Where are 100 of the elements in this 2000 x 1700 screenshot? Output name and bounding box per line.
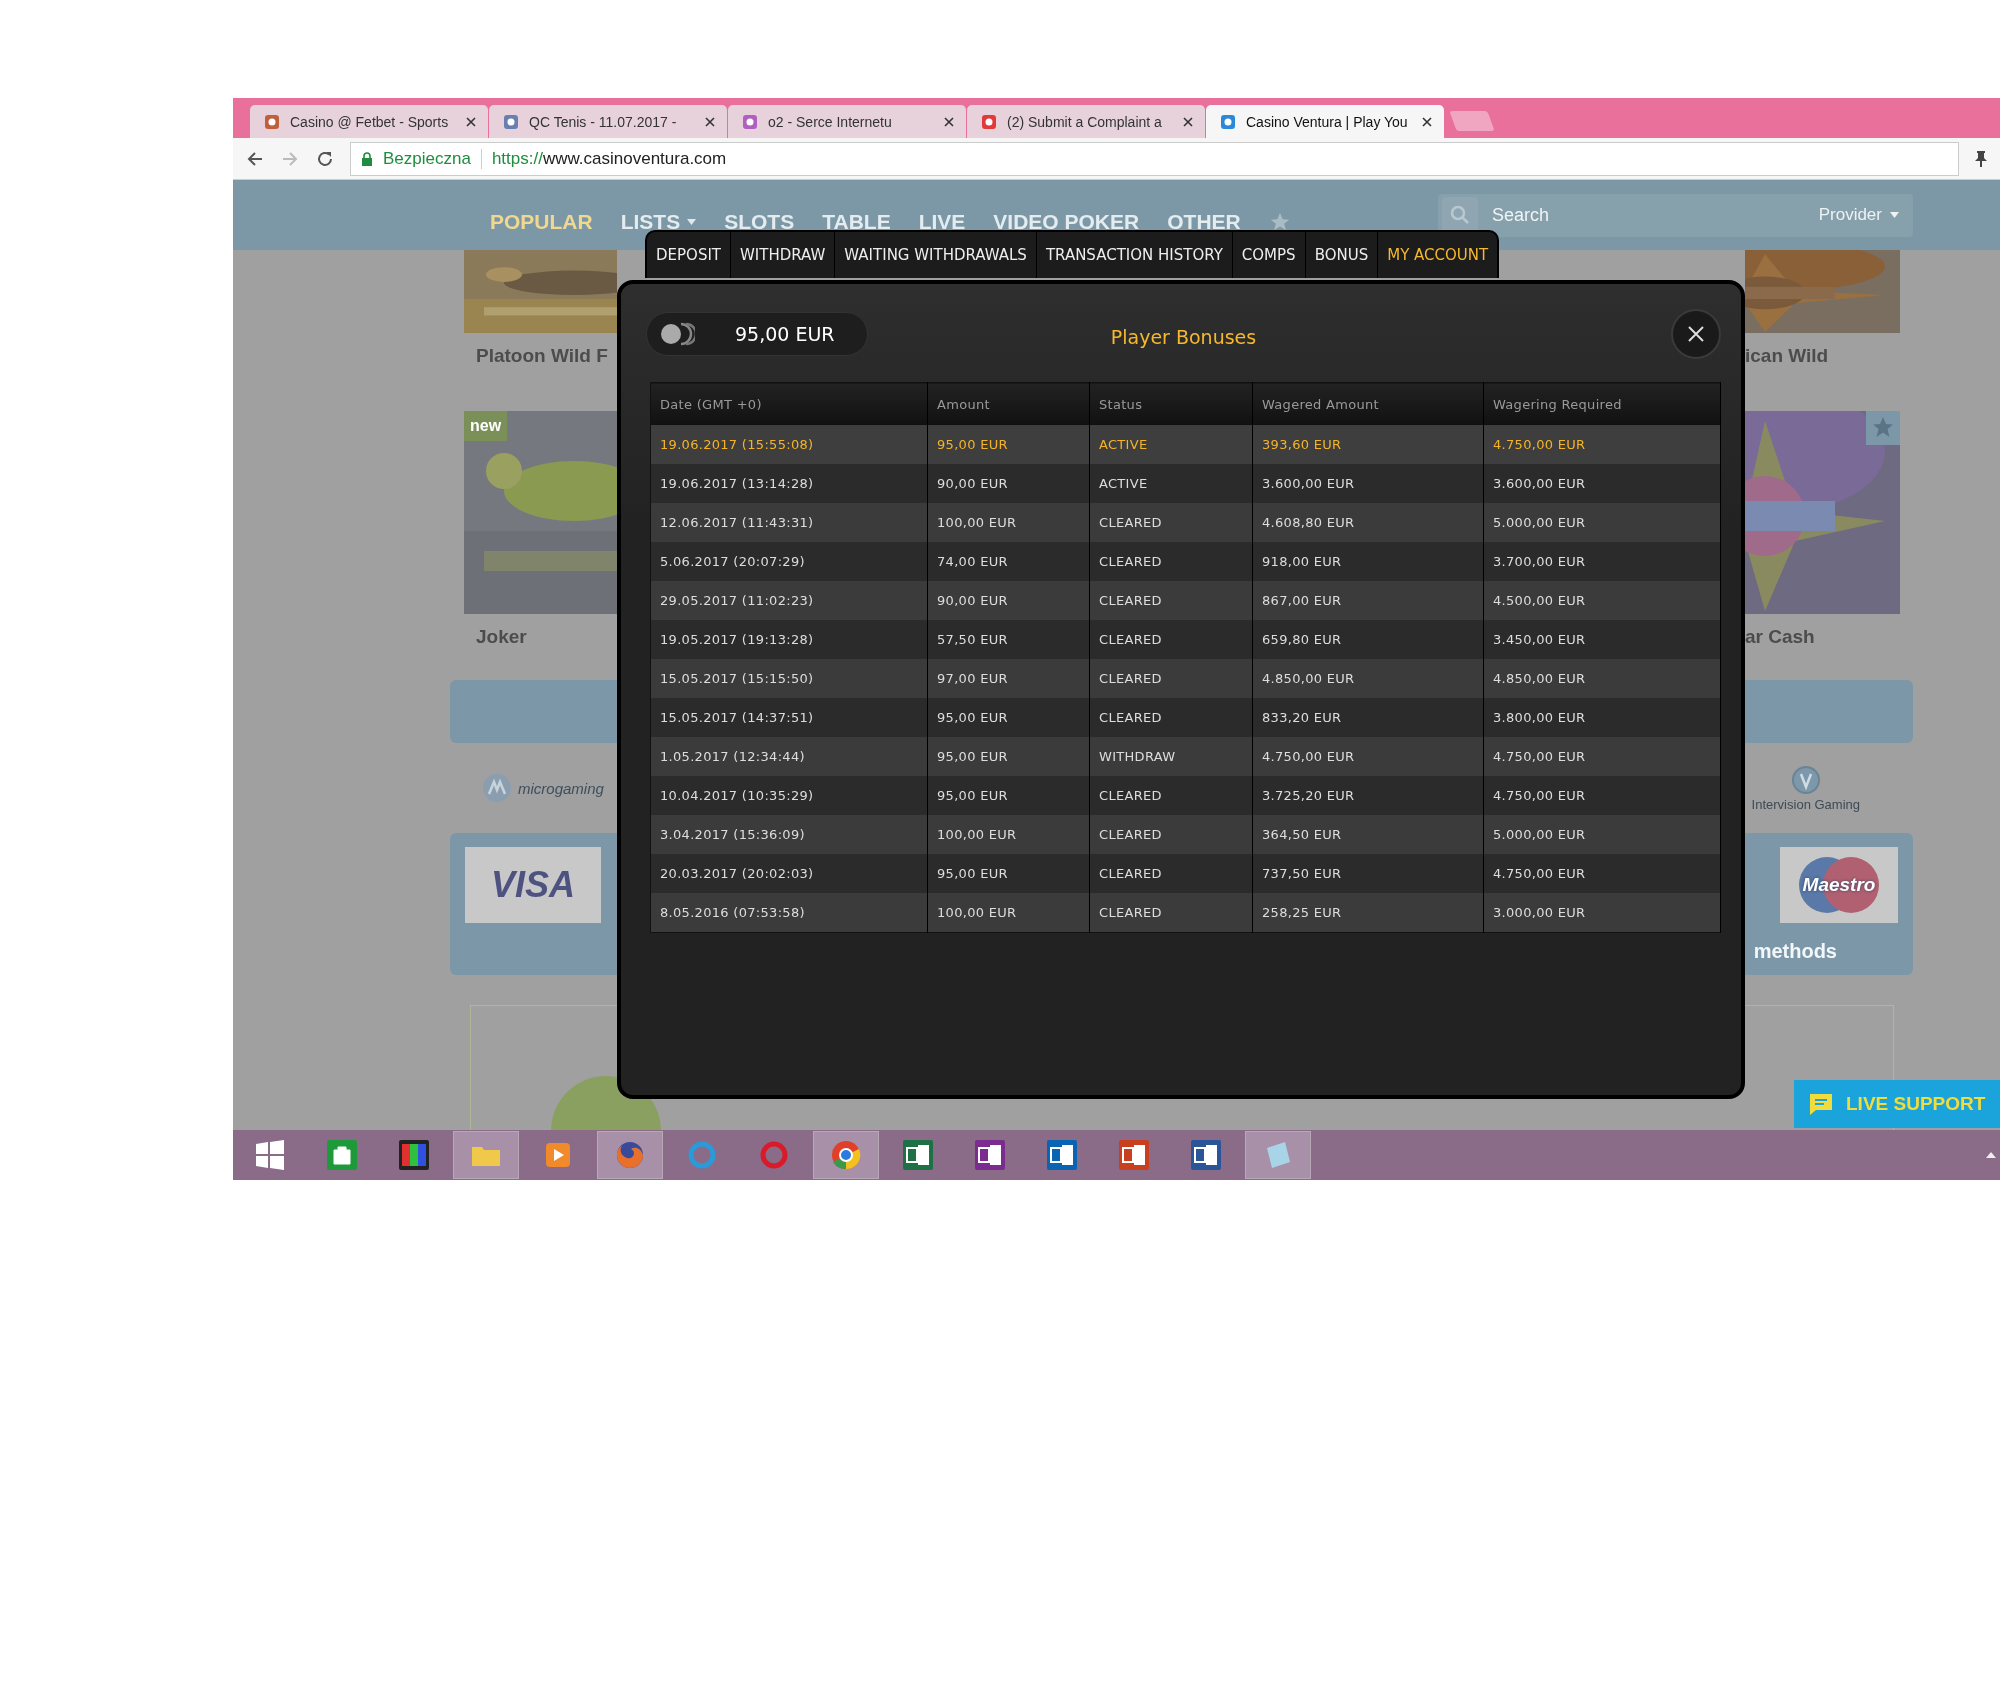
caret-icon <box>1890 212 1899 218</box>
table-cell: CLEARED <box>1089 776 1253 815</box>
table-cell: 29.05.2017 (11:02:23) <box>650 581 928 620</box>
url-text: https://www.casinoventura.com <box>491 148 727 169</box>
provider-logo: Intervision Gaming <box>1751 764 1860 812</box>
table-cell: CLEARED <box>1089 542 1253 581</box>
table-cell: 95,00 EUR <box>927 776 1090 815</box>
table-cell: 3.600,00 EUR <box>1483 464 1721 503</box>
caret-icon <box>687 219 697 225</box>
account-tab[interactable]: TRANSACTION HISTORY <box>1036 232 1233 278</box>
table-cell: 4.750,00 EUR <box>1483 776 1721 815</box>
browser-tab[interactable]: Casino Ventura | Play You <box>1206 105 1444 138</box>
close-icon[interactable] <box>705 116 715 127</box>
table-cell: 4.750,00 EUR <box>1483 854 1721 893</box>
game-title: Platoon Wild F <box>475 344 609 368</box>
table-cell: 12.06.2017 (11:43:31) <box>650 503 928 542</box>
lock-icon <box>361 151 373 166</box>
table-cell: 4.750,00 EUR <box>1483 425 1721 464</box>
table-cell: 95,00 EUR <box>927 425 1090 464</box>
table-cell: 3.04.2017 (15:36:09) <box>650 815 928 854</box>
table-cell: 258,25 EUR <box>1252 893 1484 933</box>
table-cell: 5.000,00 EUR <box>1483 815 1721 854</box>
table-cell: ACTIVE <box>1089 425 1253 464</box>
favicon-icon <box>264 113 280 130</box>
table-cell: 95,00 EUR <box>927 698 1090 737</box>
favicon-icon <box>503 113 519 130</box>
account-tab[interactable]: DEPOSIT <box>647 232 731 278</box>
table-cell: 918,00 EUR <box>1252 542 1484 581</box>
favicon-icon <box>981 113 997 130</box>
browser-tab[interactable]: Casino @ Fetbet - Sports <box>250 105 488 138</box>
table-cell: ACTIVE <box>1089 464 1253 503</box>
taskbar-app-icon[interactable] <box>597 1131 663 1179</box>
column-header: Amount <box>927 382 1090 425</box>
close-icon[interactable] <box>466 116 476 127</box>
dialog-title: Player Bonuses <box>1109 326 1258 348</box>
browser-tab[interactable]: o2 - Serce Internetu <box>728 105 966 138</box>
table-cell: 100,00 EUR <box>927 815 1090 854</box>
table-cell: 364,50 EUR <box>1252 815 1484 854</box>
table-cell: WITHDRAW <box>1089 737 1253 776</box>
payment-caption: methods <box>1753 940 1837 963</box>
table-cell: 4.500,00 EUR <box>1483 581 1721 620</box>
new-badge: new <box>464 411 508 441</box>
game-title: Joker <box>475 625 528 649</box>
account-tab[interactable]: WITHDRAW <box>731 232 836 278</box>
table-cell: 393,60 EUR <box>1252 425 1484 464</box>
game-title: ar Cash <box>1745 625 1816 649</box>
table-cell: CLEARED <box>1089 893 1253 933</box>
coins-icon <box>659 321 695 347</box>
provider-logo: microgaming <box>482 773 604 803</box>
payment-logo: VISA <box>465 847 601 923</box>
search-icon <box>1442 197 1478 233</box>
table-cell: CLEARED <box>1089 620 1253 659</box>
browser-tab[interactable]: QC Tenis - 11.07.2017 - <box>489 105 727 138</box>
table-cell: 833,20 EUR <box>1252 698 1484 737</box>
table-cell: 90,00 EUR <box>927 464 1090 503</box>
table-cell: 3.800,00 EUR <box>1483 698 1721 737</box>
favicon-icon <box>742 113 758 130</box>
table-cell: 4.608,80 EUR <box>1252 503 1484 542</box>
payment-logo: Maestro <box>1780 847 1898 923</box>
table-cell: CLEARED <box>1089 581 1253 620</box>
table-cell: CLEARED <box>1089 815 1253 854</box>
table-cell: 867,00 EUR <box>1252 581 1484 620</box>
table-cell: 19.06.2017 (15:55:08) <box>650 425 928 464</box>
table-cell: 4.850,00 EUR <box>1483 659 1721 698</box>
account-tab[interactable]: WAITING WITHDRAWALS <box>835 232 1037 278</box>
table-cell: 95,00 EUR <box>927 737 1090 776</box>
table-cell: 659,80 EUR <box>1252 620 1484 659</box>
table-cell: 15.05.2017 (14:37:51) <box>650 698 928 737</box>
tray-arrow-icon[interactable] <box>1986 1151 1996 1159</box>
balance-amount: 95,00 EUR <box>735 323 835 345</box>
close-icon[interactable] <box>1422 116 1432 127</box>
table-cell: 19.05.2017 (19:13:28) <box>650 620 928 659</box>
close-button[interactable] <box>1671 309 1721 359</box>
table-cell: 3.450,00 EUR <box>1483 620 1721 659</box>
close-icon <box>1687 325 1705 343</box>
pin-icon[interactable] <box>1974 149 1988 168</box>
table-cell: 4.850,00 EUR <box>1252 659 1484 698</box>
table-cell: 737,50 EUR <box>1252 854 1484 893</box>
table-cell: 4.750,00 EUR <box>1483 737 1721 776</box>
table-cell: 3.725,20 EUR <box>1252 776 1484 815</box>
column-header: Date (GMT +0) <box>650 382 928 425</box>
table-cell: CLEARED <box>1089 698 1253 737</box>
table-cell: 19.06.2017 (13:14:28) <box>650 464 928 503</box>
table-cell: 15.05.2017 (15:15:50) <box>650 659 928 698</box>
table-cell: 3.000,00 EUR <box>1483 893 1721 933</box>
table-cell: 3.700,00 EUR <box>1483 542 1721 581</box>
table-cell: 8.05.2016 (07:53:58) <box>650 893 928 933</box>
table-cell: 20.03.2017 (20:02:03) <box>650 854 928 893</box>
close-icon[interactable] <box>1183 116 1193 127</box>
browser-tab[interactable]: (2) Submit a Complaint a <box>967 105 1205 138</box>
table-cell: 97,00 EUR <box>927 659 1090 698</box>
table-cell: CLEARED <box>1089 503 1253 542</box>
account-tab[interactable]: COMPS <box>1232 232 1306 278</box>
table-cell: 5.06.2017 (20:07:29) <box>650 542 928 581</box>
close-icon[interactable] <box>944 116 954 127</box>
account-tab[interactable]: BONUS <box>1305 232 1379 278</box>
table-cell: CLEARED <box>1089 854 1253 893</box>
security-label: Bezpieczna <box>383 148 471 169</box>
table-cell: 100,00 EUR <box>927 503 1090 542</box>
address-field[interactable]: Bezpieczna https://www.casinoventura.com <box>350 141 1959 176</box>
